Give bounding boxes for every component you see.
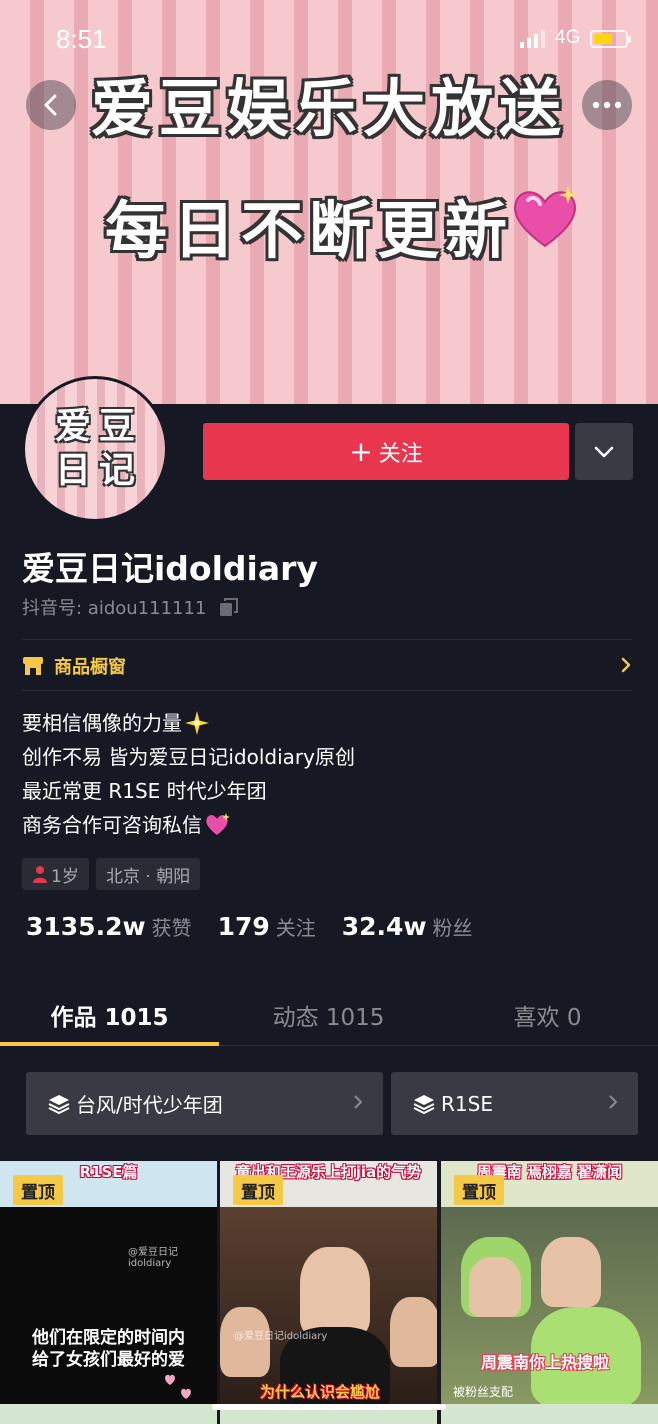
shop-window-row[interactable]: 商品橱窗 xyxy=(22,650,632,682)
bio-text: 商务合作可咨询私信 xyxy=(22,813,202,837)
person-figure xyxy=(390,1297,437,1367)
video-overlay-text: 为什么认识会尴尬 xyxy=(260,1383,381,1401)
video-frame: @爱豆日记idoldiary 他们在限定的时间内 给了女孩们最好的爱 xyxy=(0,1207,217,1407)
copy-icon[interactable] xyxy=(218,596,240,618)
layers-icon xyxy=(413,1094,435,1114)
chevron-right-icon xyxy=(621,657,631,673)
pinned-badge: 置顶 xyxy=(454,1175,504,1205)
divider xyxy=(22,639,632,640)
tab-likes[interactable]: 喜欢 0 xyxy=(438,998,657,1032)
more-icon xyxy=(592,101,622,109)
age-label: 1岁 xyxy=(51,866,79,887)
video-watermark: @爱豆日记idoldiary xyxy=(128,1247,178,1269)
follow-button[interactable]: + 关注 xyxy=(203,423,569,480)
collection-label: 台风/时代少年团 xyxy=(76,1093,223,1117)
stat-number: 179 xyxy=(217,912,270,941)
profile-banner: 爱豆娱乐大放送 每日不断更新 8:51 4G xyxy=(0,0,658,404)
avatar-char: 记 xyxy=(98,450,135,491)
tab-works[interactable]: 作品 1015 xyxy=(0,998,219,1032)
hearts-icon xyxy=(165,1374,191,1399)
stat-following[interactable]: 179 关注 xyxy=(218,912,316,941)
username: 爱豆日记idoldiary xyxy=(22,549,318,588)
video-overlay-text: 周震南你上热搜啦 xyxy=(481,1353,610,1372)
stat-number: 32.4w xyxy=(341,912,427,941)
avatar-char: 日 xyxy=(54,450,91,491)
bio-line: 最近常更 R1SE 时代少年团 xyxy=(22,774,355,808)
status-time: 8:51 xyxy=(56,24,107,54)
bio-text: 最近常更 R1SE 时代少年团 xyxy=(22,779,267,803)
video-bottom-strip xyxy=(441,1404,658,1424)
pinned-badge: 置顶 xyxy=(13,1175,63,1205)
avatar[interactable]: 爱 豆 日 记 xyxy=(22,376,168,522)
collection-card[interactable]: R1SE xyxy=(391,1072,638,1135)
chevron-right-icon xyxy=(609,1095,618,1109)
bio-line: 要相信偶像的力量 xyxy=(22,706,355,740)
recommend-dropdown-button[interactable] xyxy=(575,423,633,480)
video-thumbnail[interactable]: 童出和王源乐上打jia的气势 @爱豆日记idoldiary 为什么认识会尴尬 置… xyxy=(220,1161,437,1424)
signal-icon xyxy=(520,30,545,48)
battery-icon xyxy=(590,30,631,48)
profile-tabs: 作品 1015 动态 1015 喜欢 0 xyxy=(0,988,658,1046)
location-label: 北京 · 朝阳 xyxy=(106,866,191,887)
person-figure xyxy=(220,1307,270,1377)
location-tag: 北京 · 朝阳 xyxy=(96,858,201,890)
video-bottom-strip xyxy=(0,1404,217,1424)
avatar-char: 豆 xyxy=(98,406,135,447)
bio-text: 要相信偶像的力量 xyxy=(22,711,182,735)
collection-card[interactable]: 台风/时代少年团 xyxy=(26,1072,383,1135)
stat-followers[interactable]: 32.4w 粉丝 xyxy=(342,912,473,941)
avatar-image: 爱 豆 日 记 xyxy=(25,379,165,519)
sparkling-heart-icon xyxy=(206,813,230,835)
plus-icon: + xyxy=(349,434,373,468)
person-figure xyxy=(300,1247,370,1337)
stats-row: 3135.2w 获赞 179 关注 32.4w 粉丝 xyxy=(26,912,499,941)
follow-label: 关注 xyxy=(378,441,423,467)
douyin-id: 抖音号: aidou111111 xyxy=(22,598,207,619)
network-type: 4G xyxy=(555,27,581,48)
sparkling-heart-icon xyxy=(514,186,577,248)
more-options-button[interactable] xyxy=(582,80,632,130)
glowing-star-icon xyxy=(185,711,209,735)
chevron-right-icon xyxy=(354,1095,363,1109)
video-grid: R1SE篇 @爱豆日记idoldiary 他们在限定的时间内 给了女孩们最好的爱… xyxy=(0,1161,658,1424)
shop-icon xyxy=(23,657,43,675)
layers-icon xyxy=(48,1094,70,1114)
collection-label: R1SE xyxy=(441,1091,493,1116)
back-button[interactable] xyxy=(26,80,76,130)
female-icon xyxy=(33,866,47,883)
video-overlay-text: 他们在限定的时间内 给了女孩们最好的爱 xyxy=(32,1328,185,1370)
tab-activity[interactable]: 动态 1015 xyxy=(219,998,438,1032)
avatar-char: 爱 xyxy=(54,406,91,447)
bio: 要相信偶像的力量 创作不易 皆为爱豆日记idoldiary原创 最近常更 R1S… xyxy=(22,706,355,842)
stat-number: 3135.2w xyxy=(26,912,146,941)
divider xyxy=(22,690,632,691)
video-watermark: @爱豆日记idoldiary xyxy=(234,1331,328,1342)
bio-line: 商务合作可咨询私信 xyxy=(22,808,355,842)
stat-likes: 3135.2w 获赞 xyxy=(26,912,192,941)
video-thumbnail[interactable]: 周震南 焉栩嘉 翟潇闻 周震南你上热搜啦 被粉丝支配 置顶 xyxy=(441,1161,658,1424)
stat-label: 粉丝 xyxy=(432,916,473,940)
bio-text: 创作不易 皆为爱豆日记idoldiary原创 xyxy=(22,745,355,769)
home-indicator[interactable] xyxy=(212,1404,446,1410)
chevron-down-icon xyxy=(594,446,614,457)
pinned-badge: 置顶 xyxy=(233,1175,283,1205)
shop-window-label: 商品橱窗 xyxy=(54,657,126,678)
stat-label: 获赞 xyxy=(151,916,192,940)
person-figure xyxy=(469,1257,521,1317)
chevron-left-icon xyxy=(44,94,57,116)
douyin-id-row: 抖音号: aidou111111 xyxy=(22,594,240,620)
video-subtitle: 被粉丝支配 xyxy=(453,1385,514,1399)
person-figure xyxy=(541,1237,601,1307)
status-bar: 8:51 4G xyxy=(0,0,658,80)
video-frame: @爱豆日记idoldiary xyxy=(220,1207,437,1417)
active-tab-indicator xyxy=(0,1042,219,1046)
video-thumbnail[interactable]: R1SE篇 @爱豆日记idoldiary 他们在限定的时间内 给了女孩们最好的爱… xyxy=(0,1161,217,1424)
bio-line: 创作不易 皆为爱豆日记idoldiary原创 xyxy=(22,740,355,774)
age-tag: 1岁 xyxy=(22,858,89,890)
stat-label: 关注 xyxy=(275,916,316,940)
video-frame xyxy=(441,1207,658,1407)
